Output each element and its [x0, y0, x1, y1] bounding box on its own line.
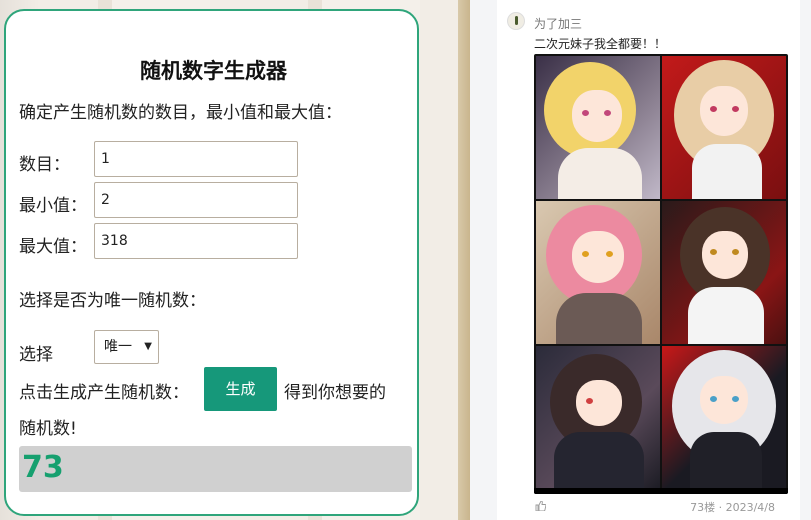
post-author[interactable]: 为了加三	[534, 15, 582, 32]
post-meta: 73楼 · 2023/4/8	[690, 501, 775, 514]
image-tile	[536, 201, 660, 344]
result-instruction: 得到你想要的	[284, 383, 386, 403]
generator-title: 随机数字生成器	[140, 59, 287, 83]
user-avatar[interactable]	[507, 12, 525, 30]
image-tile	[536, 346, 660, 489]
generator-description: 确定产生随机数的数目，最小值和最大值：	[19, 103, 342, 123]
min-input[interactable]	[94, 182, 298, 218]
post-text: 二次元妹子我全都要！！	[534, 37, 667, 51]
max-input[interactable]	[94, 223, 298, 259]
count-input[interactable]	[94, 141, 298, 177]
post-image[interactable]	[534, 54, 788, 494]
count-label: 数目：	[19, 155, 70, 175]
image-tile	[536, 56, 660, 199]
unique-select-value: 唯一	[104, 339, 132, 355]
generate-button[interactable]: 生成	[204, 367, 277, 411]
unique-select[interactable]: 唯一 ▼	[94, 330, 159, 364]
max-label: 最大值：	[19, 237, 87, 257]
result-instruction-tail: 随机数!	[19, 419, 77, 439]
dropdown-arrow-icon: ▼	[144, 341, 152, 352]
image-bottom-bar	[534, 488, 788, 494]
min-label: 最小值：	[19, 196, 87, 216]
image-tile	[662, 201, 786, 344]
select-label: 选择	[19, 345, 53, 365]
unique-prompt: 选择是否为唯一随机数：	[19, 291, 206, 311]
image-tile	[662, 346, 786, 489]
click-instruction: 点击生成产生随机数：	[19, 383, 189, 403]
random-generator-panel: 随机数字生成器 确定产生随机数的数目，最小值和最大值： 数目： 最小值： 最大值…	[4, 9, 419, 516]
result-box: 73	[19, 446, 412, 492]
image-tile	[662, 56, 786, 199]
thumb-up-icon[interactable]	[535, 500, 547, 514]
result-value: 73	[22, 450, 64, 485]
